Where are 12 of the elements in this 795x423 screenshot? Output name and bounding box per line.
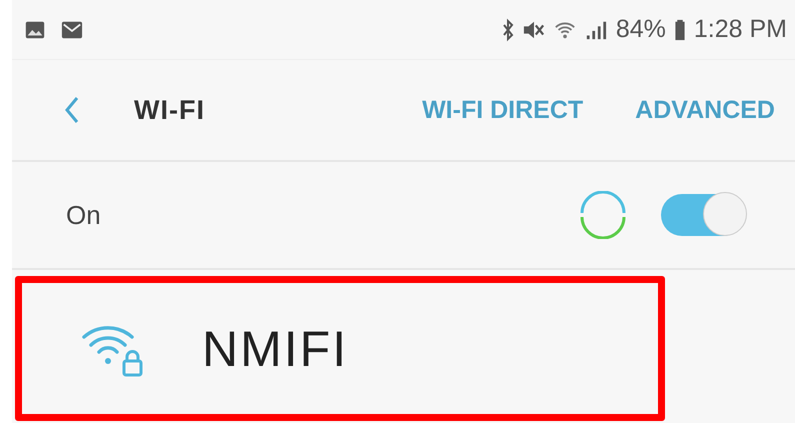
network-item[interactable]: NMIFI xyxy=(15,276,665,421)
battery-icon xyxy=(674,18,686,40)
wifi-state-label: On xyxy=(66,200,101,230)
network-name: NMIFI xyxy=(202,320,348,378)
page-title: WI-FI xyxy=(134,94,205,126)
battery-percentage: 84% xyxy=(616,15,666,44)
bluetooth-icon xyxy=(502,18,514,42)
header-action[interactable]: ADVANCED xyxy=(635,96,775,124)
wifi-toggle[interactable] xyxy=(661,194,745,236)
header-action[interactable]: WI-FI DIRECT xyxy=(422,96,584,124)
clock: 1:28 PM xyxy=(694,15,787,44)
back-icon[interactable] xyxy=(64,96,80,124)
